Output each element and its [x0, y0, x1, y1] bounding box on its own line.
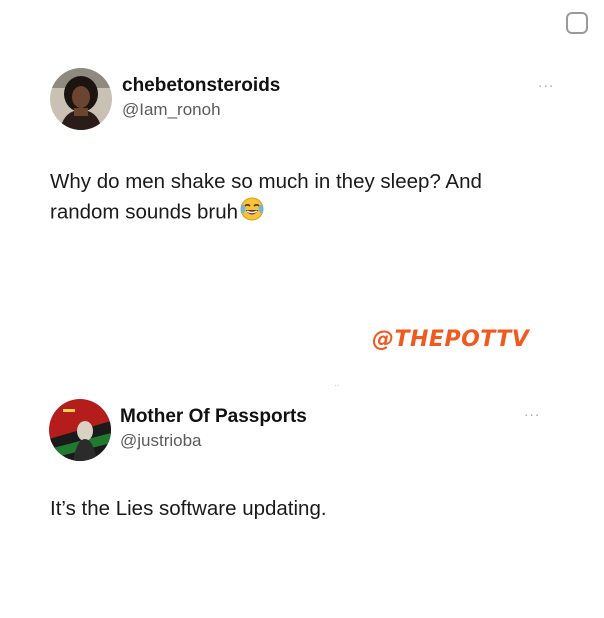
- tweet-text-content: Why do men shake so much in they sleep? …: [50, 170, 482, 224]
- avatar[interactable]: [49, 399, 111, 461]
- author-handle[interactable]: @justrioba: [120, 431, 202, 451]
- more-options-icon[interactable]: ...: [538, 74, 554, 92]
- author-handle[interactable]: @Iam_ronoh: [122, 100, 221, 120]
- separator: ..: [334, 378, 340, 389]
- face-with-tears-of-joy-icon: [239, 196, 265, 230]
- author-name[interactable]: chebetonsteroids: [122, 75, 280, 97]
- watermark: @THEPOTTV: [372, 327, 530, 352]
- more-options-icon[interactable]: ...: [524, 403, 540, 421]
- tweet-text: It’s the Lies software updating.: [50, 497, 327, 520]
- author-name[interactable]: Mother Of Passports: [120, 406, 307, 428]
- avatar[interactable]: [50, 68, 112, 130]
- tweet-text: Why do men shake so much in they sleep? …: [50, 167, 550, 230]
- square-icon[interactable]: [566, 12, 588, 34]
